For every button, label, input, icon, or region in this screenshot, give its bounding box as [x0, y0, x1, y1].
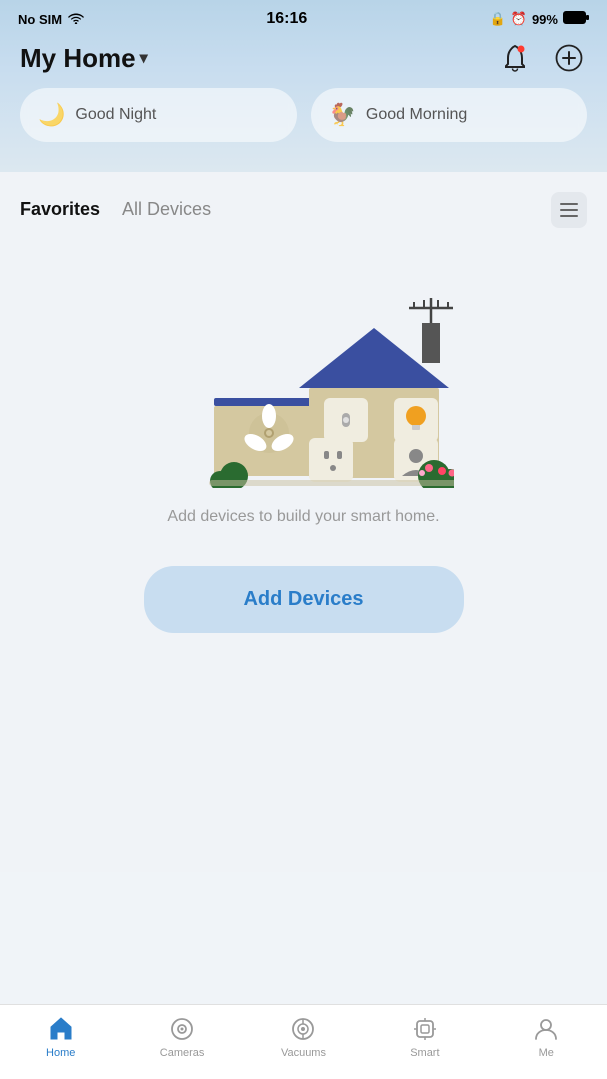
me-nav-icon: [532, 1015, 560, 1043]
status-right: 🔒 ⏰ 99%: [490, 11, 589, 27]
menu-line-2: [560, 209, 578, 211]
status-time: 16:16: [266, 10, 307, 28]
good-night-label: Good Night: [75, 106, 156, 124]
menu-line-1: [560, 203, 578, 205]
scene-buttons: 🌙 Good Night 🐓 Good Morning: [0, 88, 607, 152]
status-left: No SIM: [18, 12, 84, 27]
home-nav-icon: [47, 1015, 75, 1043]
main-content: Favorites All Devices: [0, 172, 607, 872]
top-icons-group: [497, 40, 587, 76]
bottom-nav: Home Cameras Vacuums: [0, 1004, 607, 1079]
battery-percent: 99%: [532, 12, 558, 27]
nav-item-smart[interactable]: Smart: [395, 1015, 455, 1059]
wifi-icon: [68, 12, 84, 27]
nav-item-home[interactable]: Home: [31, 1015, 91, 1059]
alarm-icon: ⏰: [511, 11, 527, 27]
me-nav-label: Me: [539, 1047, 554, 1059]
vacuums-nav-icon: [289, 1015, 317, 1043]
empty-state: Add devices to build your smart home. Ad…: [0, 238, 607, 653]
top-bar: My Home ▾: [0, 32, 607, 88]
moon-icon: 🌙: [38, 102, 65, 128]
home-title-text: My Home: [20, 43, 136, 74]
chevron-down-icon: ▾: [140, 48, 148, 68]
menu-button[interactable]: [551, 192, 587, 228]
empty-state-text: Add devices to build your smart home.: [167, 508, 439, 526]
battery-icon: [563, 11, 589, 27]
smart-nav-icon: [411, 1015, 439, 1043]
home-title-group[interactable]: My Home ▾: [20, 43, 148, 74]
cameras-nav-icon: [168, 1015, 196, 1043]
carrier-label: No SIM: [18, 12, 62, 27]
cameras-nav-label: Cameras: [160, 1047, 205, 1059]
good-night-button[interactable]: 🌙 Good Night: [20, 88, 297, 142]
add-devices-button[interactable]: Add Devices: [144, 566, 464, 633]
nav-item-me[interactable]: Me: [516, 1015, 576, 1059]
smart-nav-label: Smart: [410, 1047, 439, 1059]
notification-button[interactable]: [497, 40, 533, 76]
tabs-bar: Favorites All Devices: [0, 172, 607, 238]
nav-item-vacuums[interactable]: Vacuums: [273, 1015, 333, 1059]
vacuums-nav-label: Vacuums: [281, 1047, 326, 1059]
rooster-icon: 🐓: [329, 102, 356, 128]
good-morning-label: Good Morning: [366, 106, 467, 124]
good-morning-button[interactable]: 🐓 Good Morning: [311, 88, 588, 142]
status-bar: No SIM 16:16 🔒 ⏰ 99%: [0, 0, 607, 32]
nav-item-cameras[interactable]: Cameras: [152, 1015, 212, 1059]
house-illustration: [154, 268, 454, 488]
lock-icon: 🔒: [490, 11, 506, 27]
tab-all-devices[interactable]: All Devices: [122, 199, 211, 222]
menu-line-3: [560, 215, 578, 217]
add-button[interactable]: [551, 40, 587, 76]
tab-favorites[interactable]: Favorites: [20, 199, 100, 222]
home-nav-label: Home: [46, 1047, 75, 1059]
